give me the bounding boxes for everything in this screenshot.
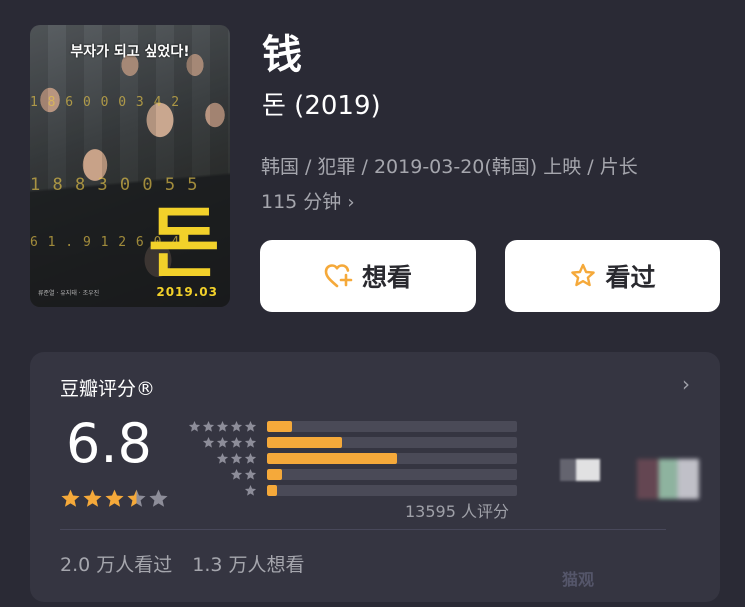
- poster-release-badge: 2019.03: [156, 285, 218, 299]
- star-icon: [244, 452, 257, 464]
- star-icon: [244, 436, 257, 448]
- star-icon: [244, 484, 257, 496]
- distribution-row: [185, 450, 517, 466]
- star-icon: [230, 420, 243, 432]
- poster-ticker-line: 1 8 6 0 0 0 3 4 2: [30, 95, 181, 110]
- distribution-bar-fill: [267, 436, 342, 448]
- star-icon: [244, 420, 257, 432]
- star-icon: [105, 489, 124, 507]
- star-icon: [230, 452, 243, 464]
- divider: [60, 529, 666, 530]
- audience-stats: 2.0 万人看过 1.3 万人想看: [60, 550, 305, 577]
- chevron-right-icon: ›: [347, 192, 355, 213]
- watermark: 猫观: [562, 570, 595, 589]
- distribution-bar-track: [267, 436, 517, 448]
- star-icon: [202, 436, 215, 448]
- distribution-bar-fill: [267, 484, 277, 496]
- rating-count: 13595 人评分: [405, 502, 509, 521]
- distribution-bar-track: [267, 484, 517, 496]
- chevron-right-icon[interactable]: ›: [682, 372, 690, 396]
- movie-runtime: 115 分钟: [261, 191, 342, 213]
- movie-meta[interactable]: 韩国 / 犯罪 / 2019-03-20(韩国) 上映 / 片长 115 分钟 ›: [261, 150, 721, 220]
- movie-meta-line-2: 115 分钟 ›: [261, 185, 721, 220]
- movie-original-title: 돈 (2019): [262, 91, 381, 121]
- distribution-bar-track: [267, 468, 517, 480]
- rating-score: 6.8: [66, 412, 152, 475]
- distribution-bar-track: [267, 452, 517, 464]
- want-to-watch-button[interactable]: 想看: [260, 240, 476, 312]
- distribution-stars: [185, 468, 257, 481]
- movie-meta-line: 韩国 / 犯罪 / 2019-03-20(韩国) 上映 / 片长: [261, 156, 638, 178]
- blurred-avatar: [637, 459, 699, 499]
- distribution-stars: [185, 436, 257, 449]
- distribution-row: [185, 466, 517, 482]
- distribution-bar-fill: [267, 452, 397, 464]
- star-icon: [83, 489, 102, 507]
- star-icon: [216, 436, 229, 448]
- star-icon: [216, 452, 229, 464]
- rating-header: 豆瓣评分®: [60, 378, 156, 400]
- distribution-row: [185, 482, 517, 498]
- distribution-bar-fill: [267, 420, 292, 432]
- star-icon: [149, 489, 168, 507]
- want-count[interactable]: 1.3 万人想看: [192, 554, 304, 576]
- poster-ticker-line: 1 8 8 3 0 0 5 5: [30, 175, 199, 195]
- rating-stars: [60, 488, 169, 509]
- want-to-watch-label: 想看: [361, 263, 412, 292]
- distribution-stars: [185, 452, 257, 465]
- distribution-bar-fill: [267, 468, 282, 480]
- distribution-row: [185, 434, 517, 450]
- distribution-stars: [185, 420, 257, 433]
- star-icon: [230, 436, 243, 448]
- poster-title: 돈: [148, 199, 220, 289]
- poster-credits: 류준열 · 유지태 · 조우진: [38, 290, 100, 297]
- star-icon: [216, 420, 229, 432]
- movie-title: 钱: [262, 32, 302, 78]
- distribution-stars: [185, 484, 257, 497]
- star-icon: [244, 468, 257, 480]
- watched-button[interactable]: 看过: [505, 240, 720, 312]
- star-icon: [202, 420, 215, 432]
- star-outline-icon: [571, 263, 596, 287]
- seen-count[interactable]: 2.0 万人看过: [60, 554, 172, 576]
- distribution-bar-track: [267, 420, 517, 432]
- heart-plus-icon: [324, 264, 353, 288]
- watched-label: 看过: [605, 263, 656, 292]
- star-icon: [188, 420, 201, 432]
- star-icon: [61, 489, 80, 507]
- distribution-row: [185, 418, 517, 434]
- star-icon: [230, 468, 243, 480]
- blurred-avatar: [560, 459, 600, 481]
- poster-tagline: 부자가 되고 싶었다!: [70, 44, 190, 60]
- movie-poster[interactable]: 1 8 6 0 0 0 3 4 2 1 8 8 3 0 0 5 5 6 1 . …: [30, 25, 230, 307]
- rating-distribution: [185, 418, 517, 498]
- douban-rating-card[interactable]: 豆瓣评分® › 6.8 13595 人评分 2.0 万人看过 1.3 万人想看 猫…: [30, 352, 720, 602]
- star-icon: [127, 489, 146, 507]
